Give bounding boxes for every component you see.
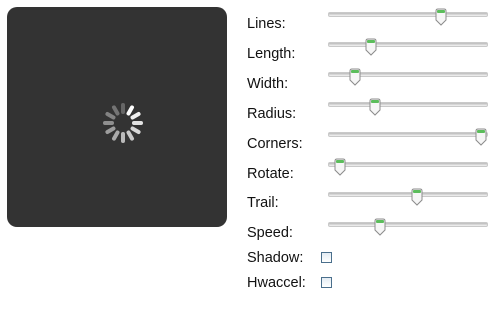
- slider-thumb[interactable]: [435, 8, 447, 26]
- slider-track: [328, 102, 488, 107]
- hwaccel-checkbox[interactable]: [321, 277, 332, 288]
- spinner-preview-panel: [7, 7, 227, 227]
- spinner-line: [132, 121, 143, 125]
- slider-track: [328, 192, 488, 197]
- lines-label: Lines:: [247, 16, 286, 32]
- trail-slider[interactable]: [328, 188, 488, 208]
- slider-track: [328, 12, 488, 17]
- spinner-line: [121, 132, 125, 143]
- radius-slider[interactable]: [328, 98, 488, 118]
- slider-track: [328, 132, 488, 137]
- rotate-slider[interactable]: [328, 158, 488, 178]
- lines-slider[interactable]: [328, 8, 488, 28]
- radius-label: Radius:: [247, 106, 297, 122]
- slider-thumb[interactable]: [349, 68, 361, 86]
- hwaccel-label: Hwaccel:: [247, 275, 306, 291]
- corners-slider[interactable]: [328, 128, 488, 148]
- speed-label: Speed:: [247, 225, 293, 241]
- slider-thumb[interactable]: [365, 38, 377, 56]
- spinner-line: [129, 111, 142, 121]
- slider-thumb[interactable]: [369, 98, 381, 116]
- corners-label: Corners:: [247, 136, 303, 152]
- spinner-line: [111, 129, 121, 142]
- spinner-icon: [101, 101, 145, 145]
- shadow-checkbox[interactable]: [321, 252, 332, 263]
- slider-track: [328, 162, 488, 167]
- slider-track: [328, 42, 488, 47]
- spinner-line: [103, 121, 114, 125]
- trail-label: Trail:: [247, 195, 279, 211]
- width-slider[interactable]: [328, 68, 488, 88]
- shadow-label: Shadow:: [247, 250, 304, 266]
- rotate-label: Rotate:: [247, 166, 294, 182]
- spinner-line: [121, 103, 125, 114]
- width-label: Width:: [247, 76, 289, 92]
- slider-thumb[interactable]: [334, 158, 346, 176]
- slider-thumb[interactable]: [374, 218, 386, 236]
- slider-thumb[interactable]: [411, 188, 423, 206]
- slider-thumb[interactable]: [475, 128, 487, 146]
- speed-slider[interactable]: [328, 218, 488, 238]
- slider-track: [328, 222, 488, 227]
- length-label: Length:: [247, 46, 296, 62]
- length-slider[interactable]: [328, 38, 488, 58]
